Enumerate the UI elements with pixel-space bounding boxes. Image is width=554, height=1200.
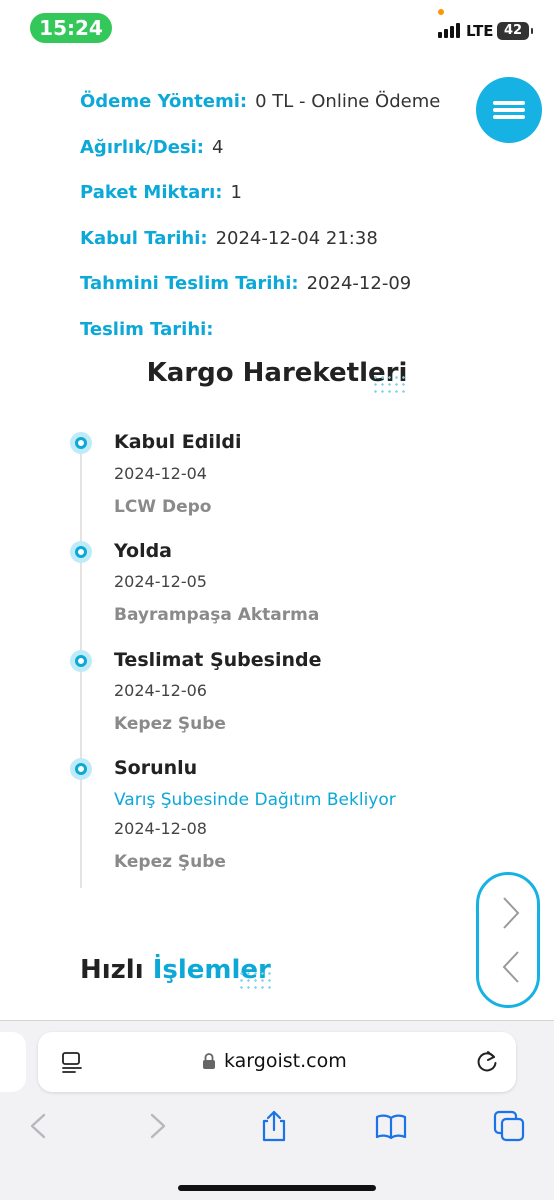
info-row-accept-date: Kabul Tarihi: 2024-12-04 21:38 [80,228,378,249]
event-status: Yolda [114,540,173,562]
url-text: kargoist.com [224,1050,347,1072]
info-row-weight: Ağırlık/Desi: 4 [80,137,223,158]
quick-actions-title-part1: Hızlı [80,955,144,985]
info-label: Tahmini Teslim Tarihi: [80,273,299,294]
status-time[interactable]: 15:24 [30,13,112,43]
event-date: 2024-12-04 [114,464,207,483]
side-navigation [476,872,540,1008]
decorative-dots [238,970,274,992]
event-date: 2024-12-05 [114,572,207,591]
chevron-right-icon[interactable] [499,893,523,933]
lock-icon [203,1053,215,1069]
event-date: 2024-12-08 [114,819,207,838]
event-location: Kepez Şube [114,852,226,872]
event-location: Bayrampaşa Aktarma [114,605,320,625]
info-row-delivery-date: Teslim Tarihi: [80,319,222,340]
share-icon[interactable] [257,1109,291,1143]
browser-toolbar: kargoist.com [0,1020,554,1200]
event-date: 2024-12-06 [114,681,207,700]
chevron-left-icon[interactable] [499,947,523,987]
info-label: Teslim Tarihi: [80,319,214,340]
back-icon[interactable] [22,1109,56,1143]
event-location: LCW Depo [114,497,212,517]
reader-icon[interactable] [60,1050,84,1074]
address-bar[interactable]: kargoist.com [38,1032,516,1092]
cut-off-row [80,48,400,64]
privacy-indicator-dot [438,9,444,15]
book-icon[interactable] [374,1109,408,1143]
event-status: Sorunlu [114,757,198,779]
info-value: 1 [230,182,242,203]
network-type: LTE [466,22,494,40]
info-row-estimated-delivery: Tahmini Teslim Tarihi: 2024-12-09 [80,273,411,294]
info-value: 0 TL - Online Ödeme [255,91,441,112]
forward-icon[interactable] [140,1109,174,1143]
info-row-package-count: Paket Miktarı: 1 [80,182,242,203]
home-indicator [178,1185,376,1191]
event-status: Teslimat Şubesinde [114,649,322,671]
hamburger-icon [493,101,525,105]
hamburger-icon-bar [493,115,525,119]
timeline-dot [70,758,92,780]
movements-title: Kargo Hareketleri [146,358,408,388]
timeline-dot [70,432,92,454]
info-value: 4 [211,137,224,158]
event-status: Kabul Edildi [114,431,242,453]
timeline-dot [70,650,92,672]
hamburger-icon-bar [493,108,525,112]
reload-icon[interactable] [474,1049,500,1075]
event-note: Varış Şubesinde Dağıtım Bekliyor [114,790,396,810]
info-label: Ödeme Yöntemi: [80,91,248,112]
info-label: Paket Miktarı: [80,182,223,203]
info-value: 2024-12-09 [306,273,412,294]
previous-tab-card[interactable] [0,1032,26,1092]
info-value: 2024-12-04 21:38 [215,228,378,249]
info-label: Ağırlık/Desi: [80,137,204,158]
tabs-icon[interactable] [492,1109,526,1143]
menu-button[interactable] [476,77,542,143]
event-location: Kepez Şube [114,714,226,734]
decorative-dots [372,374,408,396]
info-label: Kabul Tarihi: [80,228,208,249]
signal-icon [438,22,460,38]
battery-icon: 42 [497,22,533,40]
info-row-payment: Ödeme Yöntemi: 0 TL - Online Ödeme [80,91,440,112]
timeline-dot [70,541,92,563]
